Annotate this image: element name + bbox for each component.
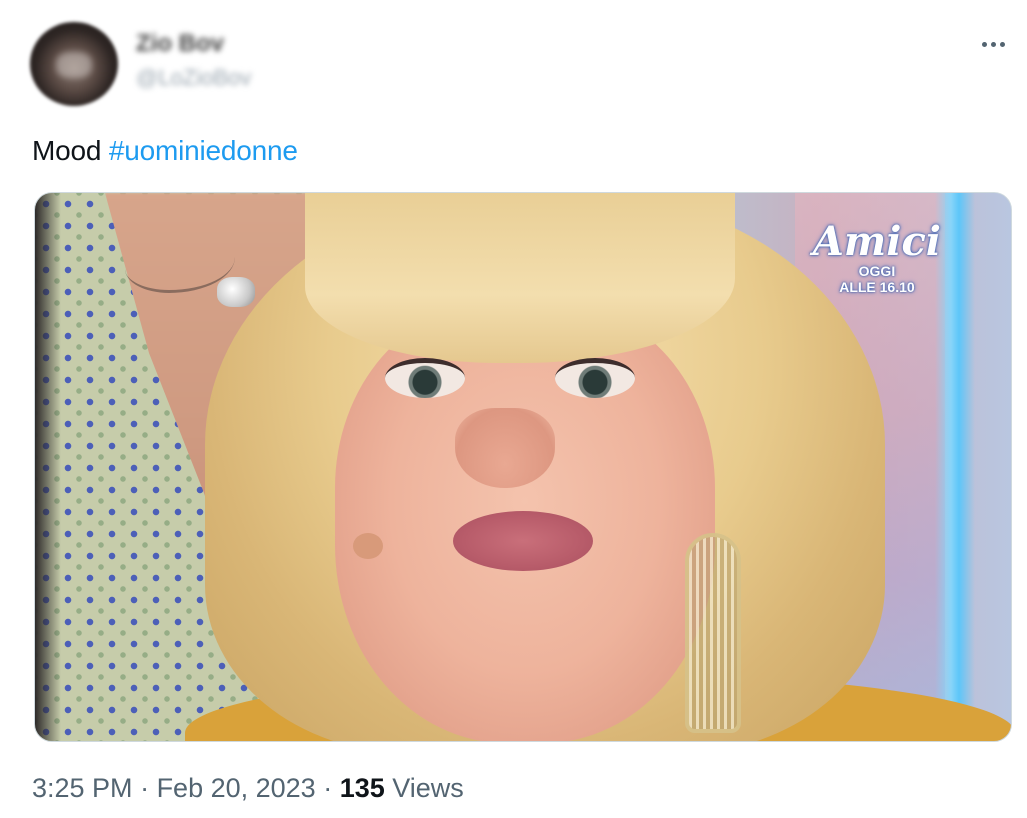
more-horizontal-icon[interactable]	[973, 30, 1013, 58]
views-count: 135	[339, 773, 385, 803]
media-left-shadow	[35, 193, 61, 741]
more-dot	[981, 41, 987, 47]
author-handle[interactable]: @LoZioBov	[136, 64, 251, 92]
stage-light-bar	[935, 193, 975, 741]
avatar[interactable]	[30, 22, 118, 106]
logo-subtext-line2: ALLE 16.10	[839, 279, 915, 295]
tweet-media-image[interactable]: Amici OGGI ALLE 16.10	[34, 192, 1012, 742]
woman-left-eye	[385, 358, 465, 398]
tweet-text-plain: Mood	[32, 135, 109, 166]
earring	[685, 533, 741, 733]
tweet-metadata: 3:25 PM · Feb 20, 2023 · 135 Views	[32, 770, 464, 806]
tweet-time-link[interactable]: 3:25 PM	[32, 773, 133, 803]
views-label: Views	[384, 773, 464, 803]
channel-logo: Amici OGGI ALLE 16.10	[812, 218, 941, 296]
logo-text: Amici	[812, 218, 941, 265]
woman-nose	[455, 408, 555, 488]
logo-subtext-line1: OGGI	[858, 263, 896, 279]
author-display-name[interactable]: Zio Bov	[136, 30, 251, 58]
woman-bangs	[305, 193, 735, 363]
more-dot	[999, 41, 1005, 47]
author-info: Zio Bov @LoZioBov	[136, 30, 251, 92]
hashtag-link[interactable]: #uominiedonne	[109, 135, 298, 166]
pendant	[217, 277, 255, 307]
tweet-card: Zio Bov @LoZioBov Mood #uominiedonne Ami…	[0, 0, 1027, 818]
meta-separator: ·	[315, 773, 340, 803]
headset-microphone	[353, 533, 383, 559]
meta-separator: ·	[132, 773, 157, 803]
woman-lips	[453, 511, 593, 571]
woman-right-eye	[555, 358, 635, 398]
more-dot	[990, 41, 996, 47]
tweet-text: Mood #uominiedonne	[32, 134, 298, 168]
tweet-date-link[interactable]: Feb 20, 2023	[157, 773, 316, 803]
